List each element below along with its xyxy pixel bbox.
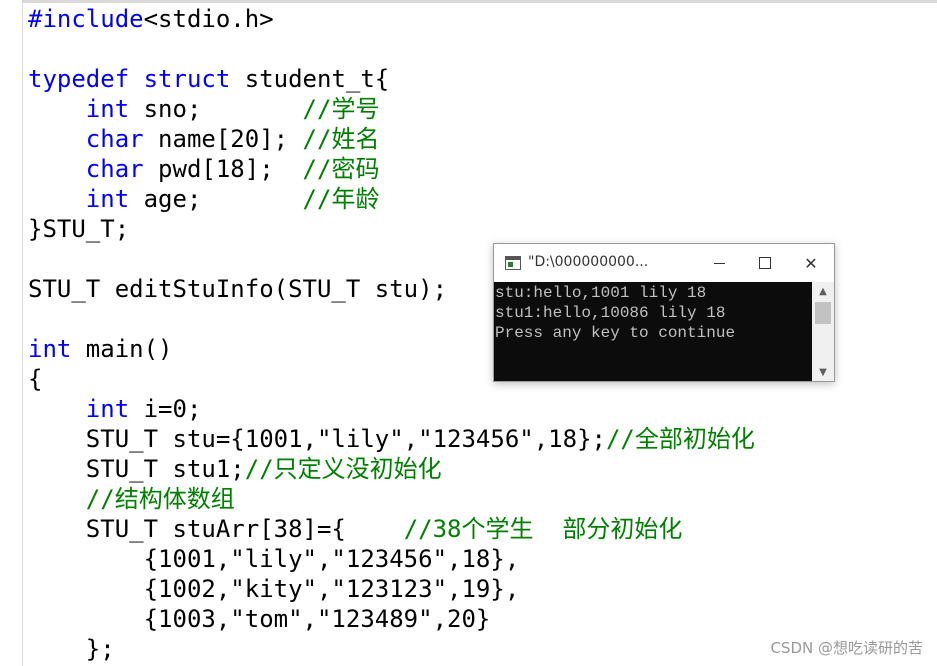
- maximize-icon: [759, 257, 771, 269]
- code-text: {1001,"lily","123456",18},: [28, 545, 520, 573]
- console-output: stu:hello,1001 lily 18 stu1:hello,10086 …: [494, 282, 812, 381]
- console-window[interactable]: "D:\000000000... ✕ stu:hello,1001 lily 1…: [493, 243, 835, 382]
- console-titlebar[interactable]: "D:\000000000... ✕: [494, 244, 834, 282]
- code-comment: //38个学生 部分初始化: [403, 515, 683, 543]
- code-line: typedef struct student_t{: [28, 64, 755, 94]
- code-comment: //密码: [302, 155, 380, 183]
- code-text: main(): [71, 335, 173, 363]
- code-line: char name[20]; //姓名: [28, 124, 755, 154]
- console-line: Press any key to continue: [495, 324, 736, 342]
- editor-top-border: [0, 0, 937, 3]
- code-line: {1003,"tom","123489",20}: [28, 604, 755, 634]
- code-comment: //全部初始化: [605, 425, 755, 453]
- code-line: int i=0;: [28, 394, 755, 424]
- code-text: <stdio.h>: [143, 5, 274, 33]
- code-line: STU_T stu1;//只定义没初始化: [28, 454, 755, 484]
- code-text: STU_T editStuInfo(STU_T stu);: [28, 275, 448, 303]
- code-keyword: int: [85, 95, 130, 123]
- code-keyword: int: [28, 335, 72, 363]
- code-text: student_t{: [230, 65, 390, 93]
- console-line: stu:hello,1001 lily 18: [495, 284, 707, 302]
- code-keyword: #include: [28, 5, 144, 33]
- minimize-button[interactable]: [696, 244, 742, 282]
- scroll-up-icon[interactable]: ▲: [812, 282, 834, 300]
- code-text: };: [28, 635, 115, 663]
- code-keyword: typedef: [28, 65, 130, 93]
- editor-gutter: [0, 0, 23, 666]
- console-scrollbar[interactable]: ▲ ▼: [812, 282, 834, 381]
- code-text: {1002,"kity","123123",19},: [28, 575, 520, 603]
- code-comment: //结构体数组: [85, 485, 235, 513]
- code-comment: //只定义没初始化: [244, 455, 442, 483]
- code-line: #include<stdio.h>: [28, 4, 755, 34]
- code-comment: //年龄: [302, 185, 380, 213]
- code-line: //结构体数组: [28, 484, 755, 514]
- code-line: int age; //年龄: [28, 184, 755, 214]
- minimize-icon: [713, 262, 725, 264]
- code-text: }STU_T;: [28, 215, 130, 243]
- code-text: pwd[18];: [143, 155, 303, 183]
- console-title: "D:\000000000...: [528, 254, 649, 270]
- scrollbar-thumb[interactable]: [815, 302, 831, 324]
- code-line: };: [28, 634, 755, 664]
- code-text: {1003,"tom","123489",20}: [28, 605, 491, 633]
- code-text: name[20];: [143, 125, 303, 153]
- code-comment: //姓名: [302, 125, 380, 153]
- close-button[interactable]: ✕: [788, 244, 834, 282]
- code-text: i=0;: [129, 395, 202, 423]
- code-line: {1002,"kity","123123",19},: [28, 574, 755, 604]
- code-keyword: struct: [143, 65, 231, 93]
- scroll-down-icon[interactable]: ▼: [812, 363, 834, 381]
- code-text: STU_T stuArr[38]={: [28, 515, 404, 543]
- code-line: }STU_T;: [28, 214, 755, 244]
- code-line: int sno; //学号: [28, 94, 755, 124]
- code-text: STU_T stu1;: [28, 455, 245, 483]
- watermark: CSDN @想吃读研的苦: [770, 639, 923, 657]
- code-text: sno;: [129, 95, 303, 123]
- code-line: STU_T stuArr[38]={ //38个学生 部分初始化: [28, 514, 755, 544]
- code-line: char pwd[18]; //密码: [28, 154, 755, 184]
- code-text: {: [28, 365, 43, 393]
- console-line: stu1:hello,10086 lily 18: [495, 304, 726, 322]
- code-keyword: int: [85, 185, 130, 213]
- code-comment: //学号: [302, 95, 380, 123]
- code-text: STU_T stu={1001,"lily","123456",18};: [28, 425, 606, 453]
- code-text: age;: [129, 185, 303, 213]
- code-line: {1001,"lily","123456",18},: [28, 544, 755, 574]
- code-keyword: char: [85, 125, 144, 153]
- maximize-button[interactable]: [742, 244, 788, 282]
- code-line: STU_T stu={1001,"lily","123456",18};//全部…: [28, 424, 755, 454]
- console-app-icon: [505, 256, 521, 270]
- code-keyword: int: [85, 395, 130, 423]
- close-icon: ✕: [804, 253, 818, 273]
- code-keyword: char: [85, 155, 144, 183]
